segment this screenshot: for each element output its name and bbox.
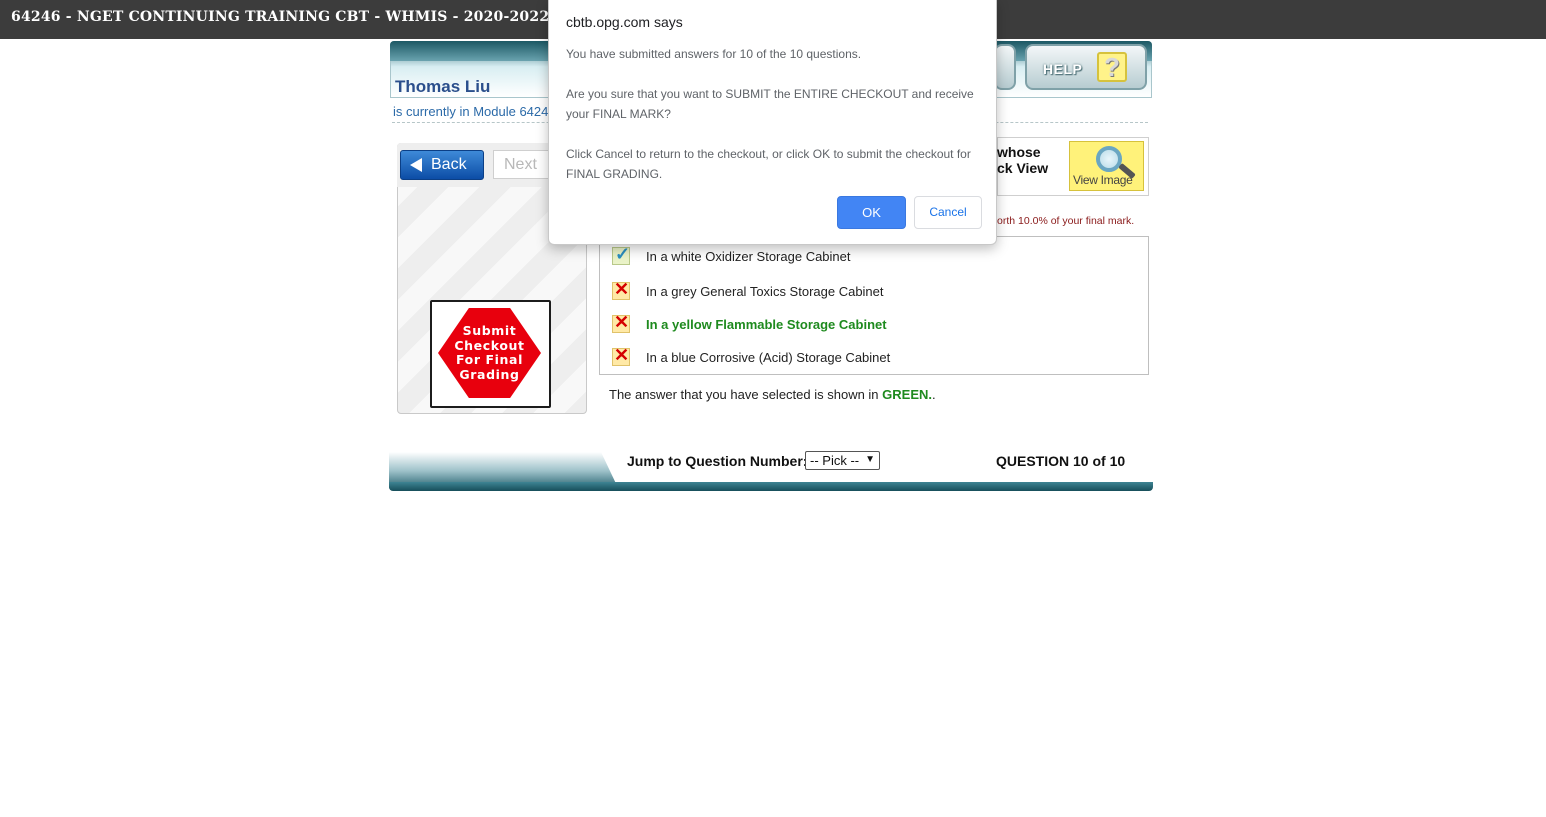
dialog-title: cbtb.opg.com says [566, 14, 683, 30]
answer-text: In a grey General Toxics Storage Cabinet [646, 284, 884, 299]
note-suffix: . [932, 387, 936, 402]
answer-text: In a yellow Flammable Storage Cabinet [646, 317, 887, 332]
back-button[interactable]: Back [400, 150, 484, 180]
answer-text: In a blue Corrosive (Acid) Storage Cabin… [646, 350, 891, 365]
select-value: -- Pick -- [810, 453, 860, 468]
selected-answer-note: The answer that you have selected is sho… [609, 387, 936, 402]
x-mark-icon [612, 312, 630, 333]
module-status: is currently in Module 64246 [393, 104, 553, 119]
question-worth-text: orth 10.0% of your final mark. [997, 215, 1135, 227]
ok-button[interactable]: OK [837, 196, 906, 229]
answer-text: In a white Oxidizer Storage Cabinet [646, 249, 851, 264]
help-button[interactable]: HELP ? [1025, 44, 1147, 90]
next-button-label: Next [504, 156, 537, 173]
view-image-label: View Image [1073, 173, 1133, 187]
user-name: Thomas Liu [395, 77, 491, 96]
confirm-dialog: cbtb.opg.com says You have submitted ans… [548, 0, 997, 245]
view-image-button[interactable]: View Image [1069, 141, 1144, 191]
notes-button[interactable] [994, 44, 1016, 90]
note-prefix: The answer that you have selected is sho… [609, 387, 883, 402]
stop-sign-icon: Submit Checkout For Final Grading [438, 308, 541, 398]
submit-checkout-label: Submit Checkout For Final Grading [454, 323, 525, 382]
back-button-label: Back [431, 156, 467, 173]
window-title: 64246 - NGET CONTINUING TRAINING CBT - W… [11, 9, 550, 25]
cancel-button[interactable]: Cancel [914, 196, 982, 229]
question-counter: QUESTION 10 of 10 [996, 453, 1126, 469]
x-mark-icon [612, 345, 630, 366]
next-button[interactable]: Next [493, 150, 553, 179]
dialog-message: You have submitted answers for 10 of the… [566, 47, 974, 181]
x-mark-icon [612, 279, 630, 300]
footer-bar [389, 482, 1153, 491]
question-text-partial: whose ck View [997, 144, 1049, 176]
question-number-select[interactable]: -- Pick -- ▼ [805, 451, 880, 470]
checkmark-icon [612, 244, 630, 265]
left-arrow-icon [410, 158, 422, 172]
question-mark-icon: ? [1097, 52, 1127, 82]
note-highlight: GREEN. [882, 387, 932, 402]
submit-checkout-button[interactable]: Submit Checkout For Final Grading [430, 300, 551, 408]
chevron-down-icon: ▼ [865, 454, 875, 465]
help-button-label: HELP [1043, 61, 1083, 77]
jump-label: Jump to Question Number: [627, 453, 808, 469]
